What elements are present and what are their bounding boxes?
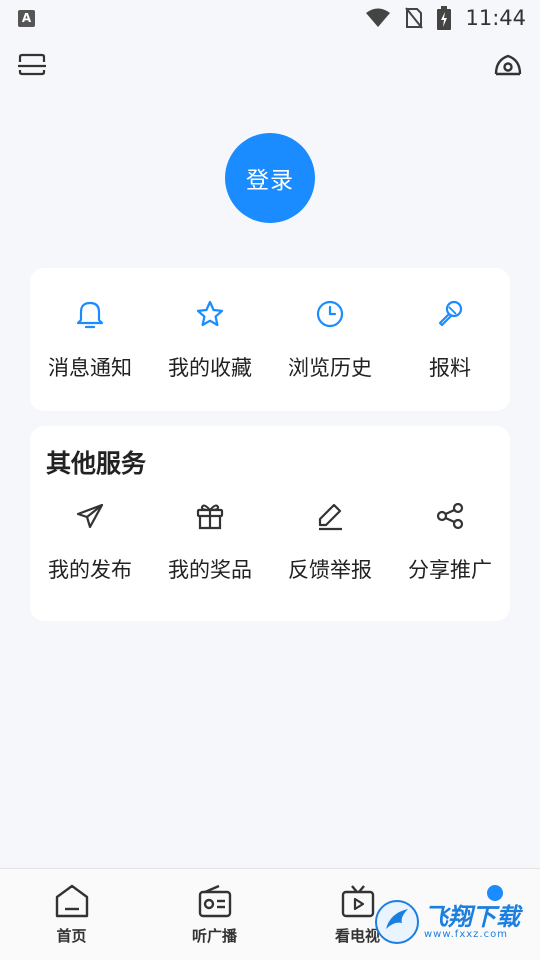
login-area: 登录 [225, 133, 315, 223]
wifi-icon [366, 8, 391, 27]
bell-icon [76, 301, 104, 329]
scan-button[interactable] [16, 49, 48, 81]
scan-icon [18, 53, 46, 76]
quick-action-label: 我的收藏 [168, 356, 252, 380]
service-label: 我的奖品 [168, 558, 252, 582]
tv-icon [341, 885, 374, 918]
edit-icon [318, 503, 342, 531]
login-button[interactable]: 登录 [225, 133, 315, 223]
watermark-text: 飞翔下载 [424, 902, 520, 931]
microphone-icon [438, 300, 463, 327]
service-my-posts[interactable]: 我的发布 [30, 498, 150, 584]
status-bar: A 11:44 [0, 0, 540, 36]
radio-icon [198, 884, 231, 918]
settings-icon [494, 54, 522, 76]
watermark: 飞翔下载 www.fxxz.com [374, 892, 534, 952]
tab-home[interactable]: 首页 [0, 869, 143, 960]
bottom-nav: 首页 听广播 看电视 飞翔下载 www.fxxz.com [0, 868, 540, 960]
star-icon [196, 300, 224, 327]
watermark-logo-icon [375, 900, 419, 944]
clock-icon [316, 300, 344, 328]
no-sim-icon [405, 7, 424, 29]
quick-action-report[interactable]: 报料 [390, 296, 510, 382]
watermark-url: www.fxxz.com [424, 928, 508, 940]
quick-action-label: 浏览历史 [288, 356, 372, 380]
tab-radio[interactable]: 听广播 [143, 869, 286, 960]
quick-action-label: 报料 [429, 356, 471, 380]
quick-actions-card: 消息通知 我的收藏 浏览历史 报料 [30, 268, 510, 411]
clock-time: 11:44 [465, 6, 526, 30]
tab-label: 首页 [56, 927, 87, 945]
quick-action-favorites[interactable]: 我的收藏 [150, 296, 270, 382]
app-notification-icon: A [18, 9, 35, 27]
paper-plane-icon [76, 503, 104, 529]
home-icon [55, 884, 88, 918]
share-icon [436, 502, 464, 530]
service-feedback[interactable]: 反馈举报 [270, 498, 390, 584]
battery-charging-icon [437, 6, 452, 30]
service-my-prizes[interactable]: 我的奖品 [150, 498, 270, 584]
settings-button[interactable] [492, 49, 524, 81]
other-services-title: 其他服务 [46, 449, 147, 478]
gift-icon [196, 504, 224, 530]
other-services-card: 其他服务 我的发布 我的奖品 反馈举报 分享推广 [30, 426, 510, 621]
quick-action-notifications[interactable]: 消息通知 [30, 296, 150, 382]
service-label: 分享推广 [408, 558, 492, 582]
tab-label: 听广播 [191, 927, 237, 945]
service-share[interactable]: 分享推广 [390, 498, 510, 584]
service-label: 反馈举报 [288, 558, 372, 582]
quick-action-history[interactable]: 浏览历史 [270, 296, 390, 382]
quick-action-label: 消息通知 [48, 356, 132, 380]
service-label: 我的发布 [48, 558, 132, 582]
top-bar [0, 48, 540, 82]
